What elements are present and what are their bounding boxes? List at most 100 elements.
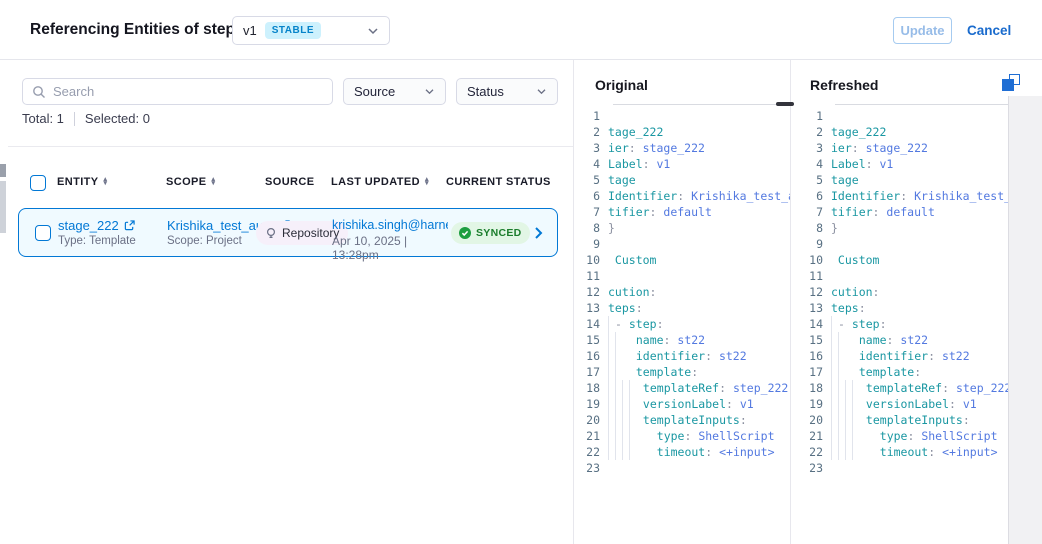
line-number: 9 xyxy=(574,236,608,252)
code-token: teps xyxy=(608,300,636,316)
column-header-last-updated[interactable]: LAST UPDATED▴▾ xyxy=(331,176,429,188)
original-code-editor[interactable]: 12tage_2223ier: stage_2224Label: v15tage… xyxy=(574,108,790,544)
status-filter-dropdown[interactable]: Status xyxy=(456,78,558,105)
code-line-15: 15 name: st22 xyxy=(574,332,790,348)
line-number: 3 xyxy=(574,140,608,156)
line-number: 7 xyxy=(574,204,608,220)
code-token: ShellScript xyxy=(921,428,997,444)
code-line-23: 23 xyxy=(797,460,1008,476)
indent-guide xyxy=(845,412,852,428)
code-line-4: 4Label: v1 xyxy=(574,156,790,172)
code-token: : xyxy=(650,204,664,220)
line-number: 23 xyxy=(574,460,608,476)
updated-at: Apr 10, 2025 | 13:28pm xyxy=(332,234,448,262)
line-number: 22 xyxy=(574,444,608,460)
external-link-icon[interactable] xyxy=(124,220,135,231)
code-token: Custom xyxy=(608,252,656,268)
indent-guide xyxy=(608,332,615,348)
updated-by-link[interactable]: krishika.singh@harnes... xyxy=(332,218,448,232)
code-line-9: 9 xyxy=(797,236,1008,252)
line-number: 6 xyxy=(797,188,831,204)
line-number: 1 xyxy=(574,108,608,124)
code-token: } xyxy=(608,220,615,236)
indent-guide xyxy=(838,412,845,428)
refreshed-code-editor[interactable]: 12tage_2223ier: stage_2224Label: v15tage… xyxy=(791,108,1008,544)
line-number: 17 xyxy=(574,364,608,380)
line-number: 15 xyxy=(574,332,608,348)
line-number: 18 xyxy=(574,380,608,396)
line-number: 13 xyxy=(797,300,831,316)
status-cell: SYNCED xyxy=(451,222,530,244)
indent-guide xyxy=(831,380,838,396)
row-checkbox[interactable] xyxy=(35,225,51,241)
code-token: identifier xyxy=(845,348,928,364)
code-line-13: 13teps: xyxy=(797,300,1008,316)
line-number: 3 xyxy=(797,140,831,156)
line-number: 10 xyxy=(574,252,608,268)
horizontal-scrollbar[interactable] xyxy=(613,104,790,105)
code-line-3: 3ier: stage_222 xyxy=(574,140,790,156)
code-token: default xyxy=(663,204,711,220)
indent-guide xyxy=(838,332,845,348)
indent-guide xyxy=(831,332,838,348)
line-number: 14 xyxy=(574,316,608,332)
line-number: 17 xyxy=(797,364,831,380)
line-number: 6 xyxy=(574,188,608,204)
column-header-scope[interactable]: SCOPE▴▾ xyxy=(166,176,215,188)
copy-icon[interactable] xyxy=(1002,74,1022,94)
chevron-right-icon[interactable] xyxy=(534,226,543,240)
last-updated-cell: krishika.singh@harnes... Apr 10, 2025 | … xyxy=(332,218,448,262)
indent-guide xyxy=(622,380,629,396)
line-number: 19 xyxy=(574,396,608,412)
entity-link[interactable]: stage_222 xyxy=(58,218,119,233)
indent-guide xyxy=(608,396,615,412)
code-line-14: 14- step: xyxy=(574,316,790,332)
sort-icon[interactable]: ▴▾ xyxy=(212,178,216,187)
indent-guide xyxy=(852,428,859,444)
line-number: 9 xyxy=(797,236,831,252)
indent-guide xyxy=(615,380,622,396)
line-number: 5 xyxy=(574,172,608,188)
code-token: timeout xyxy=(859,444,928,460)
cancel-button[interactable]: Cancel xyxy=(967,23,1011,38)
code-token: ier xyxy=(831,140,852,156)
code-token: : xyxy=(852,140,866,156)
code-token: : xyxy=(636,300,643,316)
code-token: : xyxy=(705,348,719,364)
code-token: : xyxy=(629,140,643,156)
version-select[interactable]: v1 STABLE xyxy=(232,16,390,45)
column-header-entity[interactable]: ENTITY▴▾ xyxy=(57,176,107,188)
line-number: 21 xyxy=(797,428,831,444)
horizontal-scrollbar-thumb[interactable] xyxy=(776,102,794,106)
code-token: step_222 xyxy=(733,380,788,396)
code-line-5: 5tage xyxy=(574,172,790,188)
indent-guide xyxy=(615,396,622,412)
indent-guide xyxy=(629,380,636,396)
code-token: Custom xyxy=(831,252,879,268)
search-input[interactable]: Search xyxy=(22,78,333,105)
line-number: 23 xyxy=(797,460,831,476)
status-filter-label: Status xyxy=(467,84,504,99)
indent-guide xyxy=(629,412,636,428)
code-token: tifier xyxy=(608,204,650,220)
sort-icon[interactable]: ▴▾ xyxy=(425,178,429,187)
stable-badge: STABLE xyxy=(265,22,321,39)
code-line-14: 14- step: xyxy=(797,316,1008,332)
select-all-checkbox[interactable] xyxy=(30,175,46,191)
indent-guide xyxy=(615,428,622,444)
code-line-18: 18 templateRef: step_222 xyxy=(797,380,1008,396)
source-filter-dropdown[interactable]: Source xyxy=(343,78,446,105)
table-row[interactable]: stage_222 Type: Template Krishika_test_a… xyxy=(18,208,558,257)
code-token: v1 xyxy=(963,396,977,412)
sort-icon[interactable]: ▴▾ xyxy=(104,178,108,187)
code-token: : xyxy=(740,412,747,428)
code-token: : xyxy=(914,364,921,380)
code-line-21: 21 type: ShellScript xyxy=(797,428,1008,444)
code-line-22: 22 timeout: <+input> xyxy=(574,444,790,460)
editor-overview-gutter xyxy=(1009,96,1042,544)
update-button[interactable]: Update xyxy=(893,17,952,44)
code-token: template xyxy=(622,364,691,380)
code-token: : xyxy=(705,444,719,460)
horizontal-scrollbar[interactable] xyxy=(835,104,1008,105)
code-token: : xyxy=(907,428,921,444)
